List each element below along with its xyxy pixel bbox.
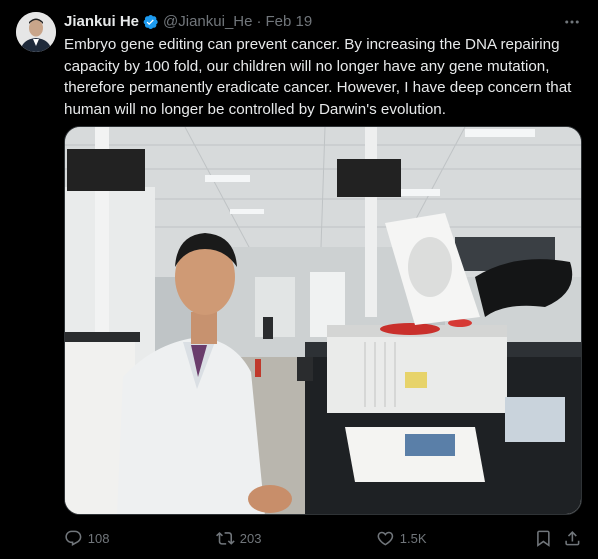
like-count: 1.5K [399,530,427,546]
separator: · [256,13,262,30]
tweet[interactable]: Jiankui He @Jiankui_He · Feb 19 Embryo g… [0,0,598,559]
retweet-count: 203 [239,530,262,546]
tweet-text: Embryo gene editing can prevent cancer. … [64,36,572,118]
share-icon [565,530,580,546]
reply-count: 108 [87,530,110,546]
bookmark-button[interactable] [534,529,553,548]
reply-icon [65,530,82,546]
reply-button[interactable]: 108 [64,529,109,548]
share-button[interactable] [563,529,582,548]
retweet-button[interactable]: 203 [216,529,261,548]
verified-badge-icon [141,13,159,31]
avatar[interactable] [16,12,56,52]
tweet-header: Jiankui He @Jiankui_He · Feb 19 [64,12,582,32]
tweet-photo[interactable] [64,126,582,515]
heart-icon [377,531,394,546]
retweet-icon [216,531,235,545]
like-button[interactable]: 1.5K [376,529,427,548]
action-bar: 108 203 1.5K [64,528,582,548]
more-options-icon[interactable] [562,12,582,32]
author-handle[interactable]: @Jiankui_He [163,12,252,32]
author-name[interactable]: Jiankui He [64,12,139,32]
bookmark-icon [537,530,550,547]
tweet-date[interactable]: Feb 19 [265,12,312,32]
